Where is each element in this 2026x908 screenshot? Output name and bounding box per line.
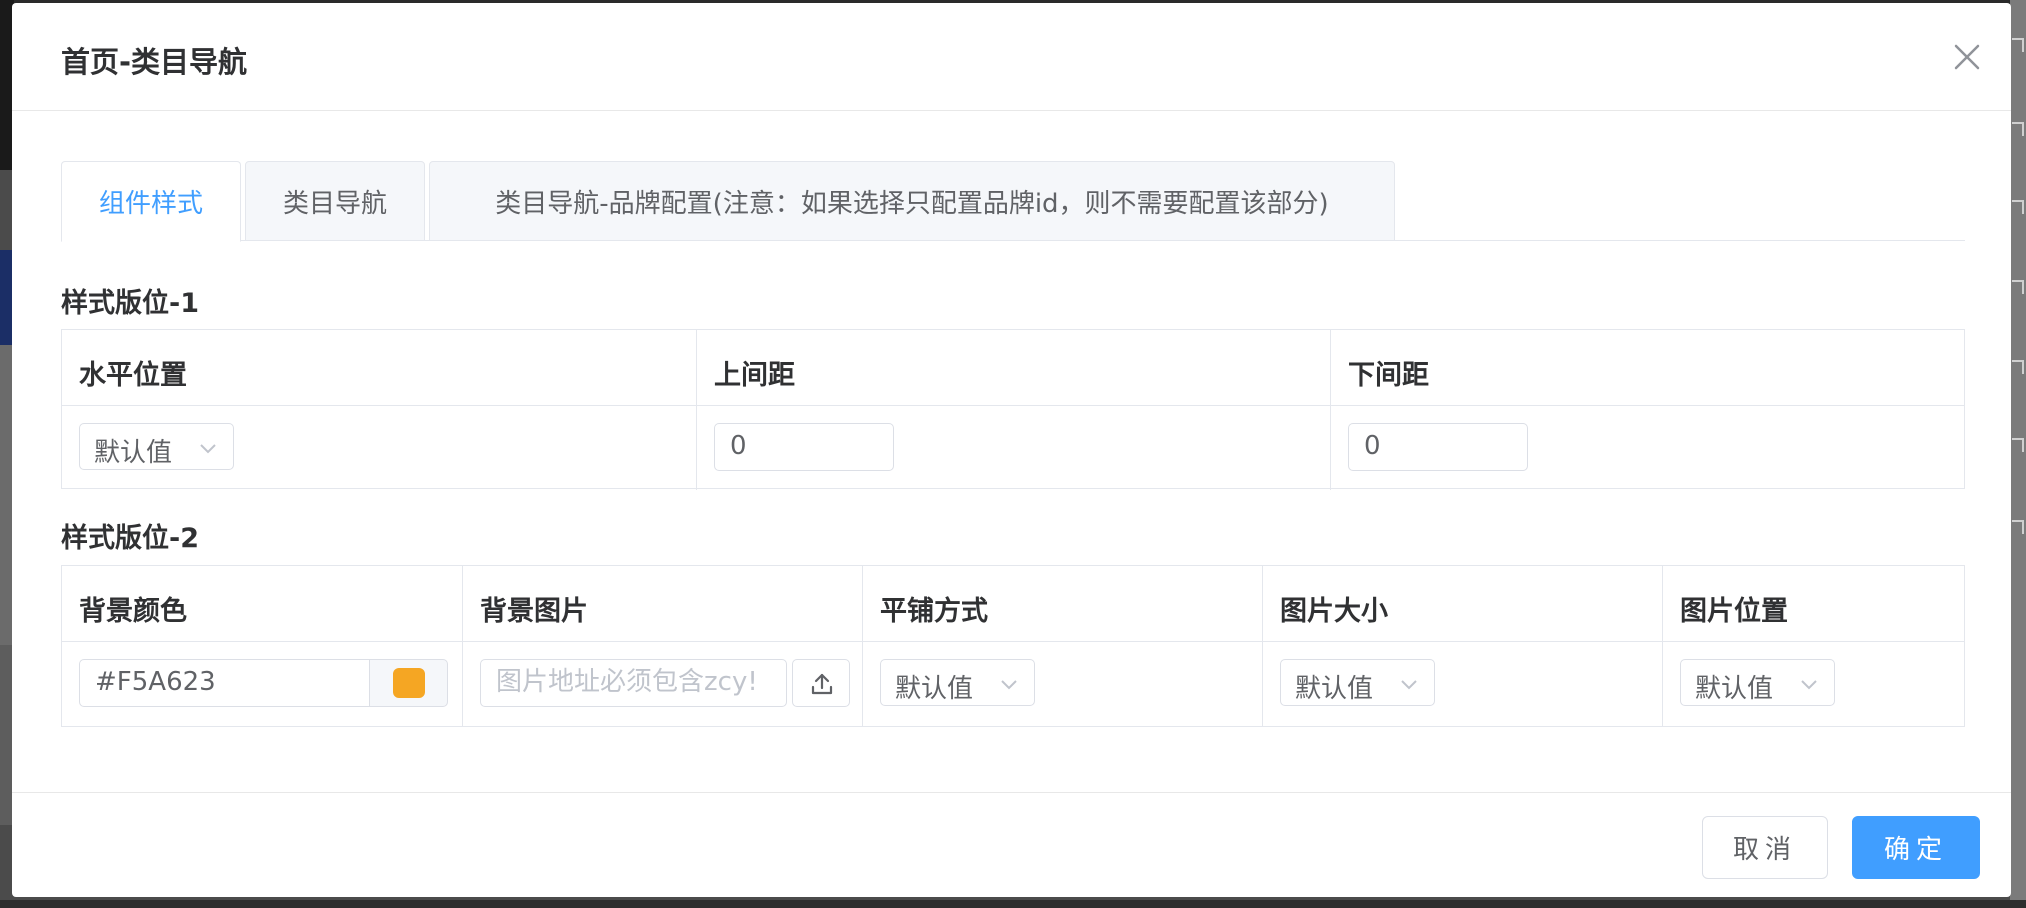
bg-image-input[interactable]: 图片地址必须包含zcy!: [480, 659, 787, 707]
upload-icon: [811, 673, 833, 695]
select-value: 默认值: [94, 438, 173, 468]
header-top-margin: 上间距: [714, 360, 795, 391]
dialog-title: 首页-类目导航: [61, 45, 248, 79]
header-cell: 背景图片: [463, 566, 863, 641]
tab-category-nav[interactable]: 类目导航: [245, 161, 425, 241]
table-header-row: 背景颜色 背景图片 平铺方式 图片大小 图片位置: [62, 566, 1964, 642]
dialog-footer: 取消 确定: [12, 792, 2011, 897]
header-cell: 上间距: [697, 330, 1331, 405]
header-cell: 下间距: [1331, 330, 1964, 405]
header-image-size: 图片大小: [1280, 596, 1388, 627]
color-swatch: [393, 668, 425, 698]
chevron-down-icon: [200, 444, 216, 454]
backdrop-edit-icon: [2012, 200, 2024, 214]
image-position-select[interactable]: 默认值: [1680, 659, 1835, 706]
header-cell: 图片大小: [1263, 566, 1663, 641]
header-horizontal-position: 水平位置: [79, 360, 187, 391]
close-icon: [1954, 44, 1980, 70]
bg-color-input[interactable]: #F5A623: [79, 659, 370, 707]
tile-mode-select[interactable]: 默认值: [880, 659, 1035, 706]
select-value: 默认值: [1695, 674, 1774, 704]
header-bottom-margin: 下间距: [1348, 360, 1429, 391]
section-title-2: 样式版位-2: [61, 523, 199, 554]
select-value: 默认值: [1295, 674, 1374, 704]
backdrop-edit-icon: [2012, 280, 2024, 294]
confirm-button[interactable]: 确定: [1852, 816, 1980, 879]
backdrop-edit-icon: [2012, 520, 2024, 534]
upload-button[interactable]: [792, 659, 850, 707]
backdrop-edit-icon: [2012, 438, 2024, 452]
tab-component-style[interactable]: 组件样式: [61, 161, 241, 242]
bg-color-picker: #F5A623: [79, 659, 448, 707]
header-bg-color: 背景颜色: [79, 596, 187, 627]
table-cell: 默认值: [62, 406, 697, 490]
chevron-down-icon: [1401, 680, 1417, 690]
table-cell: 图片地址必须包含zcy!: [463, 642, 863, 726]
top-margin-input[interactable]: 0: [714, 423, 894, 471]
table-row: #F5A623 图片地址必须包含zcy! 默认值 默认值 默认值: [62, 642, 1964, 726]
tab-brand-config[interactable]: 类目导航-品牌配置(注意：如果选择只配置品牌id，则不需要配置该部分): [429, 161, 1395, 241]
table-cell: 0: [1331, 406, 1964, 490]
table-cell: #F5A623: [62, 642, 463, 726]
header-tile-mode: 平铺方式: [880, 596, 988, 627]
table-cell: 默认值: [1663, 642, 1964, 726]
header-cell: 平铺方式: [863, 566, 1263, 641]
bg-image-field: 图片地址必须包含zcy!: [480, 659, 850, 707]
table-row: 默认值 0 0: [62, 406, 1964, 490]
category-nav-dialog: 首页-类目导航 组件样式 类目导航 类目导航-品牌配置(注意：如果选择只配置品牌…: [12, 3, 2011, 897]
table-cell: 0: [697, 406, 1331, 490]
style-table-1: 水平位置 上间距 下间距 默认值 0 0: [61, 329, 1965, 490]
backdrop-bottom-strip: [0, 900, 2026, 908]
header-cell: 水平位置: [62, 330, 697, 405]
backdrop-edit-icon: [2012, 38, 2024, 52]
bottom-margin-input[interactable]: 0: [1348, 423, 1528, 471]
table-cell: 默认值: [863, 642, 1263, 726]
cancel-button[interactable]: 取消: [1702, 816, 1828, 879]
section-title-1: 样式版位-1: [61, 288, 199, 319]
select-value: 默认值: [895, 674, 974, 704]
image-size-select[interactable]: 默认值: [1280, 659, 1435, 706]
color-swatch-button[interactable]: [369, 659, 448, 707]
close-button[interactable]: [1951, 41, 1983, 73]
dialog-header: 首页-类目导航: [12, 3, 2011, 111]
backdrop-edit-icon: [2012, 122, 2024, 136]
table-header-row: 水平位置 上间距 下间距: [62, 330, 1964, 406]
backdrop-edit-icon: [2012, 360, 2024, 374]
chevron-down-icon: [1801, 680, 1817, 690]
backdrop-right-panel: [2010, 0, 2026, 908]
table-cell: 默认值: [1263, 642, 1663, 726]
header-cell: 背景颜色: [62, 566, 463, 641]
horizontal-position-select[interactable]: 默认值: [79, 423, 234, 470]
header-cell: 图片位置: [1663, 566, 1964, 641]
header-bg-image: 背景图片: [480, 596, 588, 627]
header-image-position: 图片位置: [1680, 596, 1788, 627]
chevron-down-icon: [1001, 680, 1017, 690]
tab-bar: 组件样式 类目导航 类目导航-品牌配置(注意：如果选择只配置品牌id，则不需要配…: [61, 161, 1965, 242]
style-table-2: 背景颜色 背景图片 平铺方式 图片大小 图片位置 #F5A623 图片地址必须包…: [61, 565, 1965, 727]
